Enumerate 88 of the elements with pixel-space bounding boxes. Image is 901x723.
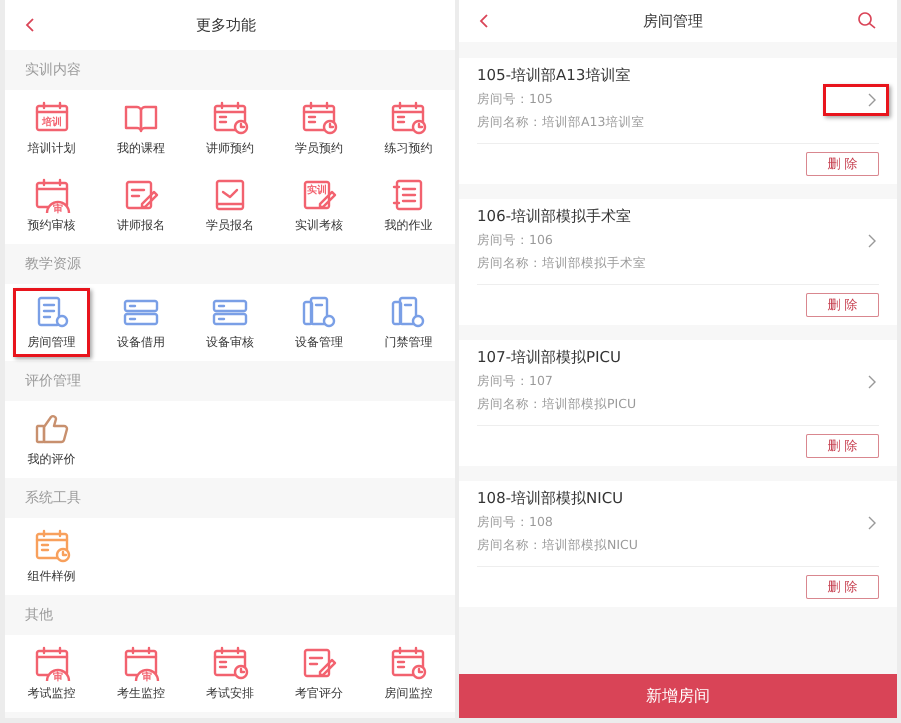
feature-item[interactable]: 设备借用 bbox=[96, 284, 186, 361]
room-card[interactable]: 107-培训部模拟PICU 房间号：107 房间名称：培训部模拟PICU 删 除 bbox=[459, 340, 897, 466]
calendar-clock-icon bbox=[389, 100, 428, 136]
section-title: 实训内容 bbox=[24, 61, 82, 80]
feature-label: 考试安排 bbox=[206, 684, 254, 702]
feature-label: 讲师预约 bbox=[206, 140, 254, 156]
feature-item[interactable]: 讲师预约 bbox=[185, 90, 275, 167]
section-title: 系统工具 bbox=[24, 489, 82, 508]
feature-label: 房间管理 bbox=[28, 334, 76, 350]
room-title: 108-培训部模拟NICU bbox=[477, 489, 624, 508]
feature-label: 考试监控 bbox=[28, 684, 76, 702]
back-icon[interactable] bbox=[25, 18, 35, 32]
chevron-icon bbox=[868, 234, 876, 248]
feature-item[interactable]: 我的课程 bbox=[96, 90, 186, 167]
feature-item[interactable]: 房间监控 bbox=[364, 635, 453, 712]
room-name: 房间名称：培训部模拟PICU bbox=[477, 396, 636, 413]
feature-item[interactable]: 学员预约 bbox=[274, 90, 364, 167]
room-name: 房间名称：培训部A13培训室 bbox=[477, 114, 644, 131]
room-name: 房间名称：培训部模拟NICU bbox=[477, 537, 638, 554]
feature-item[interactable]: 学员报名 bbox=[185, 167, 275, 244]
room-title: 105-培训部A13培训室 bbox=[477, 66, 632, 85]
feature-label: 考官评分 bbox=[295, 684, 344, 702]
chevron-highlight[interactable] bbox=[823, 84, 889, 116]
delete-button[interactable]: 删 除 bbox=[806, 434, 879, 458]
calendar-clock-icon bbox=[300, 100, 338, 136]
icon-text: 培训 bbox=[42, 116, 62, 128]
room-title: 106-培训部模拟手术室 bbox=[477, 207, 632, 226]
feature-label: 组件样例 bbox=[28, 568, 76, 584]
back-icon[interactable] bbox=[479, 14, 489, 28]
room-number: 房间号：107 bbox=[477, 373, 554, 390]
feature-label: 练习预约 bbox=[384, 140, 432, 156]
feature-item[interactable]: 门禁管理 bbox=[364, 284, 453, 361]
icon-text: 实训 bbox=[307, 184, 328, 196]
room-card[interactable]: 108-培训部模拟NICU 房间号：108 房间名称：培训部模拟NICU 删 除 bbox=[459, 481, 897, 607]
section-title: 评价管理 bbox=[24, 372, 82, 391]
feature-label: 学员预约 bbox=[295, 140, 344, 156]
feature-item[interactable]: 设备管理 bbox=[274, 284, 364, 361]
feature-item[interactable]: 设备审核 bbox=[185, 284, 275, 361]
feature-label: 讲师报名 bbox=[116, 216, 165, 234]
feature-item[interactable]: 练习预约 bbox=[364, 90, 453, 167]
calendar-clock-icon bbox=[389, 646, 428, 682]
section-title: 其他 bbox=[24, 606, 54, 625]
icon-text: 审 bbox=[52, 204, 63, 214]
feature-item[interactable]: 讲师报名 bbox=[96, 167, 186, 244]
feature-item[interactable]: 考试安排 bbox=[185, 635, 275, 712]
room-title: 107-培训部模拟PICU bbox=[477, 348, 622, 367]
feature-label: 考生监控 bbox=[116, 684, 165, 702]
feature-label: 培训计划 bbox=[28, 140, 76, 156]
chevron-icon bbox=[868, 93, 876, 107]
add-room-button[interactable]: 新增房间 bbox=[459, 674, 897, 718]
feature-item[interactable]: 审 考试监控 bbox=[7, 635, 96, 712]
room-card[interactable]: 106-培训部模拟手术室 房间号：106 房间名称：培训部模拟手术室 删 除 bbox=[459, 199, 897, 325]
feature-label: 实训考核 bbox=[295, 216, 344, 234]
delete-button[interactable]: 删 除 bbox=[806, 152, 879, 176]
page-title: 房间管理 bbox=[643, 12, 703, 30]
feature-item[interactable]: 审 预约审核 bbox=[7, 167, 96, 244]
icon-text: 审 bbox=[142, 672, 152, 682]
feature-item[interactable]: 审 考生监控 bbox=[96, 635, 186, 712]
feature-item[interactable]: 考官评分 bbox=[274, 635, 364, 712]
feature-label: 设备管理 bbox=[295, 334, 344, 350]
room-card[interactable]: 105-培训部A13培训室 房间号：105 房间名称：培训部A13培训室 删 除 bbox=[459, 58, 897, 184]
icon-text: 审 bbox=[52, 672, 63, 682]
delete-button[interactable]: 删 除 bbox=[806, 293, 879, 317]
room-number: 房间号：105 bbox=[477, 91, 554, 108]
feature-label: 门禁管理 bbox=[384, 334, 432, 350]
feature-label: 我的作业 bbox=[384, 216, 432, 234]
feature-label: 我的课程 bbox=[116, 140, 165, 156]
feature-label: 我的评价 bbox=[28, 450, 76, 468]
feature-label: 设备审核 bbox=[206, 334, 254, 350]
feature-item[interactable]: 房间管理 bbox=[13, 288, 90, 357]
delete-button[interactable]: 删 除 bbox=[806, 575, 879, 599]
feature-label: 学员报名 bbox=[206, 216, 254, 234]
feature-item[interactable]: 实训 实训考核 bbox=[274, 167, 364, 244]
feature-item[interactable]: 我的作业 bbox=[364, 167, 453, 244]
search-icon[interactable] bbox=[857, 11, 877, 31]
room-number: 房间号：108 bbox=[477, 514, 554, 531]
page-title: 更多功能 bbox=[196, 16, 256, 34]
section-title: 教学资源 bbox=[24, 255, 82, 274]
room-name: 房间名称：培训部模拟手术室 bbox=[477, 255, 646, 272]
room-number: 房间号：106 bbox=[477, 232, 554, 249]
chevron-icon bbox=[868, 375, 876, 389]
feature-label: 预约审核 bbox=[28, 216, 76, 234]
feature-label: 房间监控 bbox=[384, 684, 432, 702]
feature-label: 设备借用 bbox=[116, 334, 165, 350]
feature-item[interactable]: 我的评价 bbox=[7, 401, 96, 478]
feature-item[interactable]: 培训 培训计划 bbox=[7, 90, 96, 167]
chevron-icon bbox=[868, 516, 876, 530]
feature-item[interactable]: 组件样例 bbox=[7, 518, 96, 595]
